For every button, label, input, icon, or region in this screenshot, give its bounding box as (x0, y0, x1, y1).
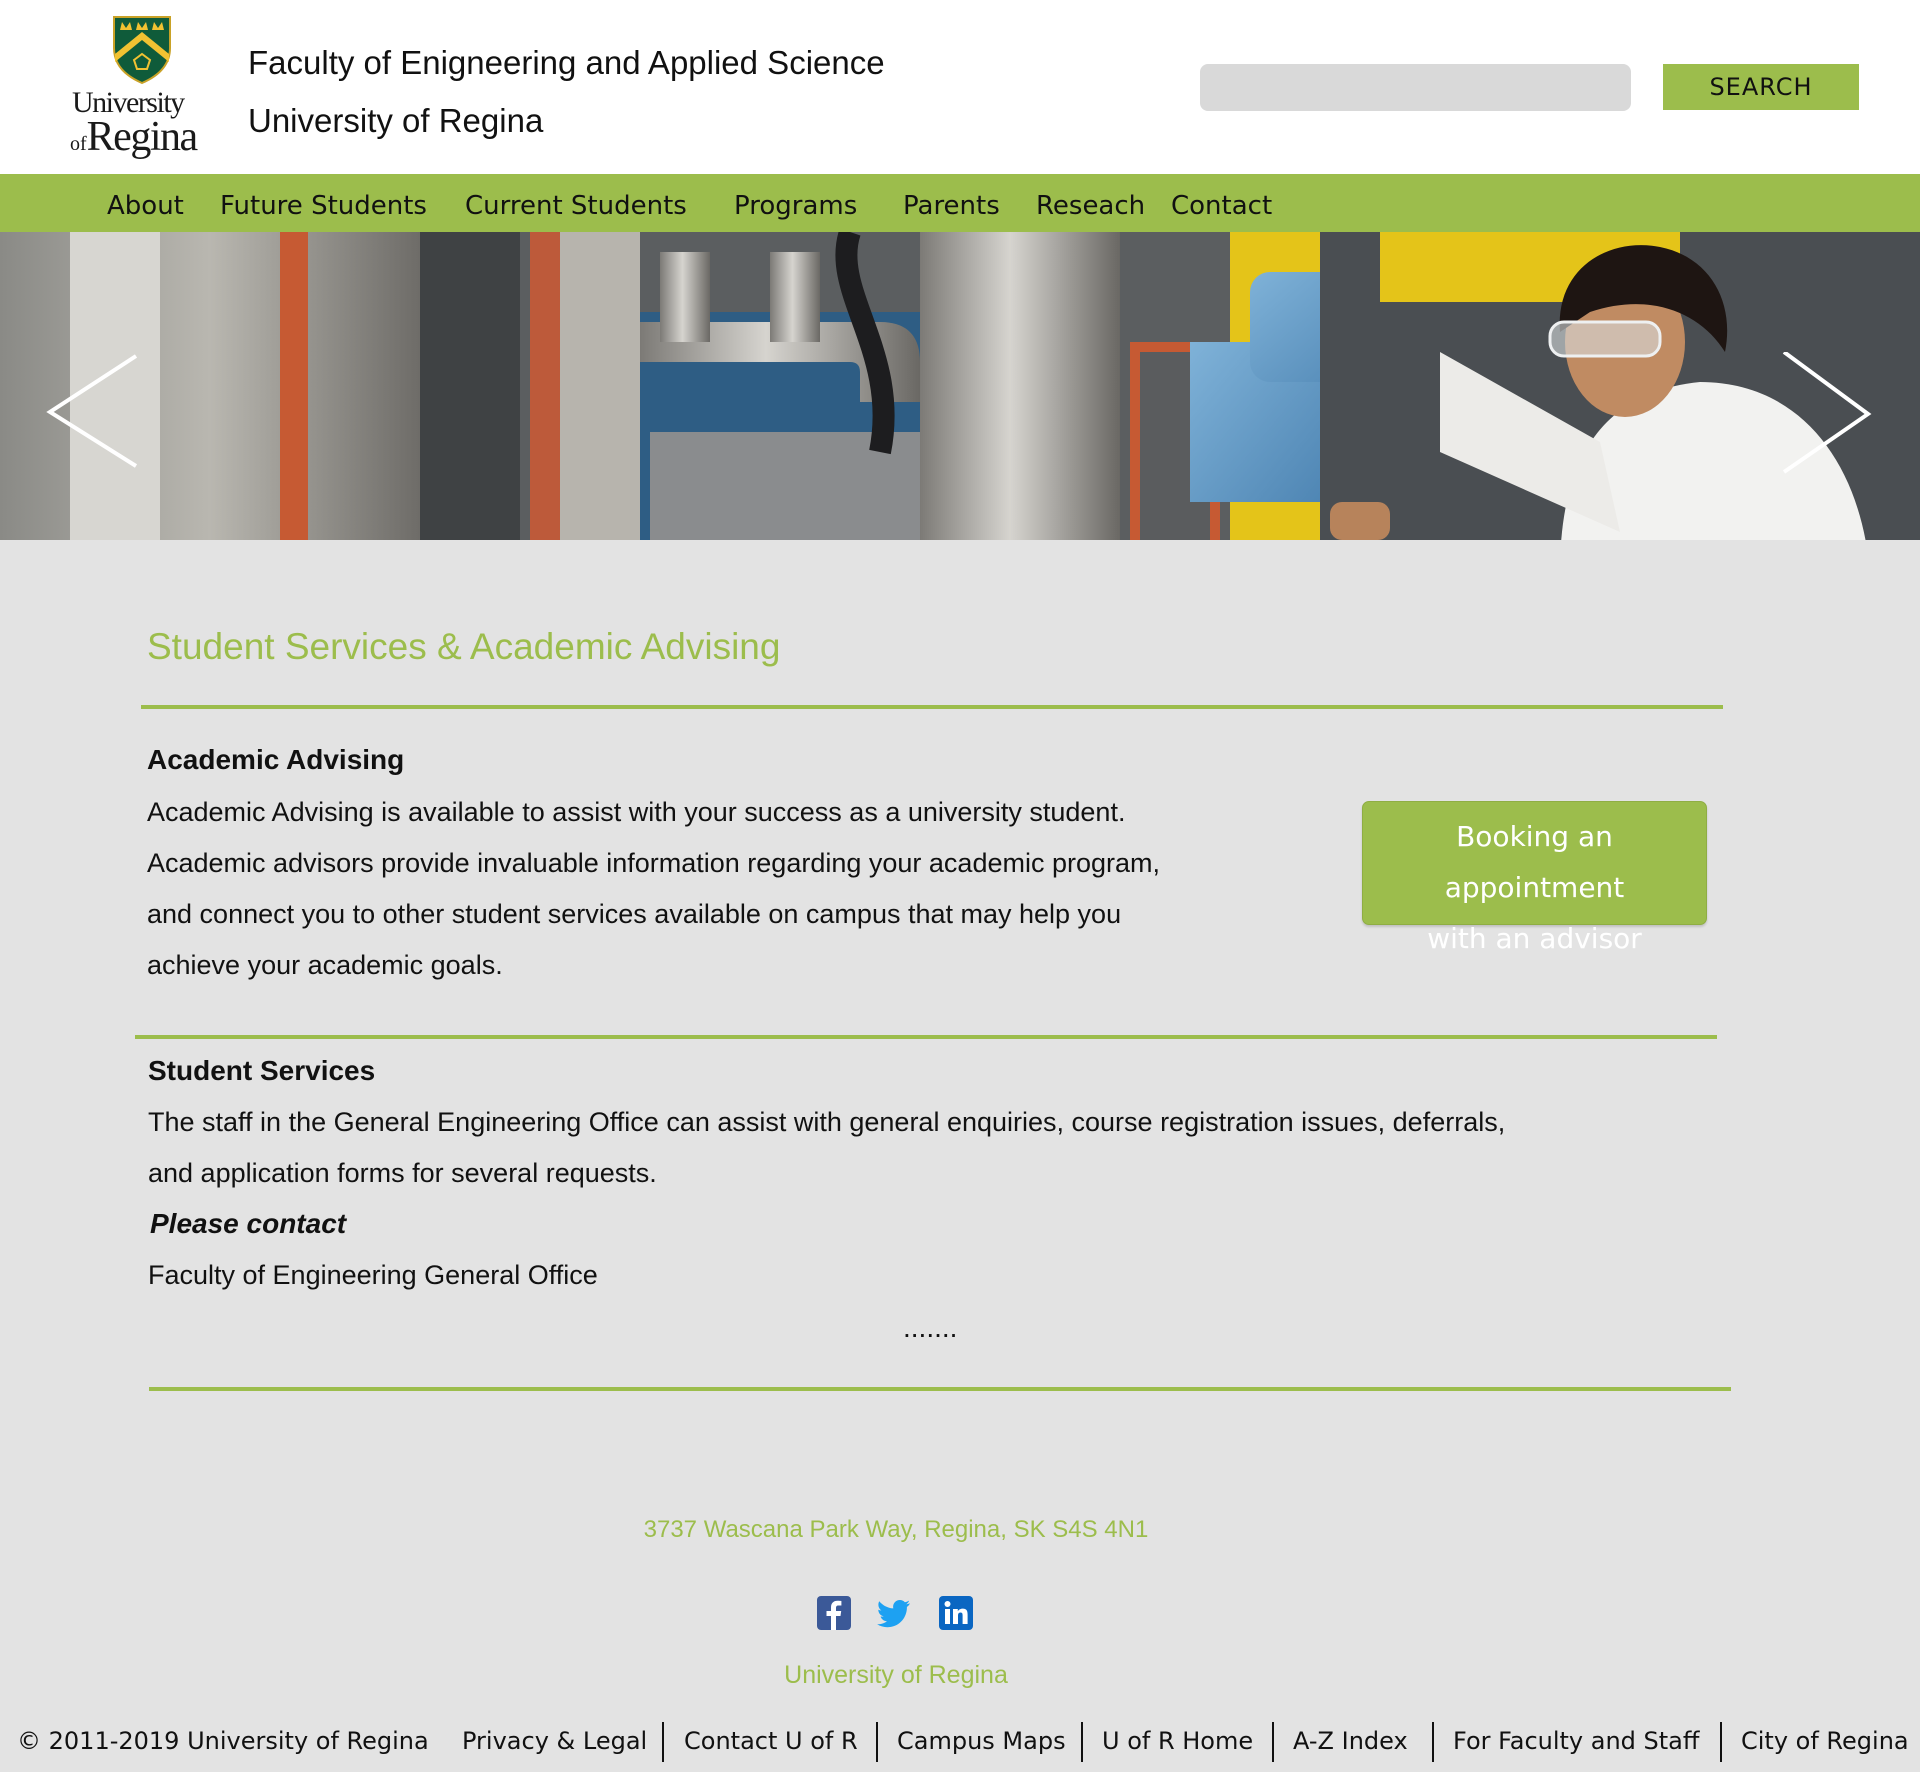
advising-line: and connect you to other student service… (147, 899, 1122, 929)
advising-heading: Academic Advising (147, 744, 405, 775)
services-line: The staff in the General Engineering Off… (148, 1107, 1506, 1137)
logo-of: of (70, 133, 87, 155)
logo-regina: ofRegina (68, 116, 216, 163)
nav-item-research[interactable]: Reseach (1036, 174, 1145, 232)
crest-icon (113, 16, 171, 85)
advising-line: Academic Advising is available to assist… (147, 797, 1126, 827)
site-header: University ofRegina Faculty of Enigneeri… (0, 0, 1920, 174)
logo-regina-text: Regina (86, 114, 198, 160)
next-slide-icon[interactable] (1776, 352, 1876, 512)
footer-link-contact[interactable]: Contact U of R (684, 1727, 858, 1755)
more-ellipsis[interactable]: ....... (903, 1312, 957, 1344)
university-name[interactable]: University of Regina (248, 92, 885, 150)
footer-link-city[interactable]: City of Regina (1741, 1727, 1909, 1755)
services-heading: Student Services (148, 1055, 376, 1086)
footer-link-campus-maps[interactable]: Campus Maps (897, 1727, 1066, 1755)
footer-university-link[interactable]: University of Regina (0, 1661, 1792, 1690)
facebook-icon[interactable] (817, 1596, 851, 1630)
nav-item-parents[interactable]: Parents (903, 174, 1000, 232)
advising-line: achieve your academic goals. (147, 950, 503, 980)
footer-separator (876, 1722, 878, 1762)
footer-separator (1272, 1722, 1274, 1762)
linkedin-icon[interactable] (939, 1596, 973, 1630)
faculty-name[interactable]: Faculty of Enigneering and Applied Scien… (248, 34, 885, 92)
footer-copyright: © 2011-2019 University of Regina (17, 1727, 429, 1755)
services-text: The staff in the General Engineering Off… (148, 1097, 1748, 1199)
footer-link-faculty-staff[interactable]: For Faculty and Staff (1453, 1727, 1699, 1755)
nav-item-future-students[interactable]: Future Students (220, 174, 427, 232)
title-divider (141, 705, 1723, 709)
footer-separator (662, 1722, 664, 1762)
book-button-line1: Booking an appointment (1444, 820, 1625, 904)
nav-item-current-students[interactable]: Current Students (465, 174, 687, 232)
footer-separator (1432, 1722, 1434, 1762)
footer-link-privacy[interactable]: Privacy & Legal (462, 1727, 647, 1755)
book-appointment-button[interactable]: Booking an appointment with an advisor (1362, 801, 1707, 955)
services-line: and application forms for several reques… (148, 1158, 657, 1188)
footer-separator (1081, 1722, 1083, 1762)
section-divider (135, 1035, 1717, 1039)
advising-text: Academic Advising is available to assist… (147, 787, 1267, 991)
prev-slide-icon[interactable] (44, 320, 144, 480)
logo-wordmark: University ofRegina (68, 88, 216, 163)
main-nav: About Future Students Current Students P… (0, 174, 1920, 232)
footer-separator (1720, 1722, 1722, 1762)
search-input[interactable] (1200, 64, 1631, 111)
nav-item-programs[interactable]: Programs (734, 174, 857, 232)
nav-item-contact[interactable]: Contact (1171, 174, 1272, 232)
content-end-divider (149, 1387, 1731, 1391)
site-title: Faculty of Enigneering and Applied Scien… (248, 34, 885, 150)
footer-link-home[interactable]: U of R Home (1102, 1727, 1253, 1755)
footer-link-az-index[interactable]: A-Z Index (1293, 1727, 1408, 1755)
book-button-line2: with an advisor (1427, 922, 1642, 955)
nav-item-about[interactable]: About (107, 174, 184, 232)
search-button[interactable]: SEARCH (1663, 64, 1859, 110)
hero-carousel (0, 232, 1920, 540)
twitter-icon[interactable] (877, 1596, 911, 1630)
page-title: Student Services & Academic Advising (147, 626, 781, 667)
university-logo[interactable]: University ofRegina (68, 14, 216, 164)
contact-label: Please contact (150, 1208, 347, 1239)
footer-address: 3737 Wascana Park Way, Regina, SK S4S 4N… (643, 1516, 1149, 1543)
hero-image (0, 232, 1920, 540)
contact-office: Faculty of Engineering General Office (148, 1260, 598, 1290)
advising-line: Academic advisors provide invaluable inf… (147, 848, 1161, 878)
